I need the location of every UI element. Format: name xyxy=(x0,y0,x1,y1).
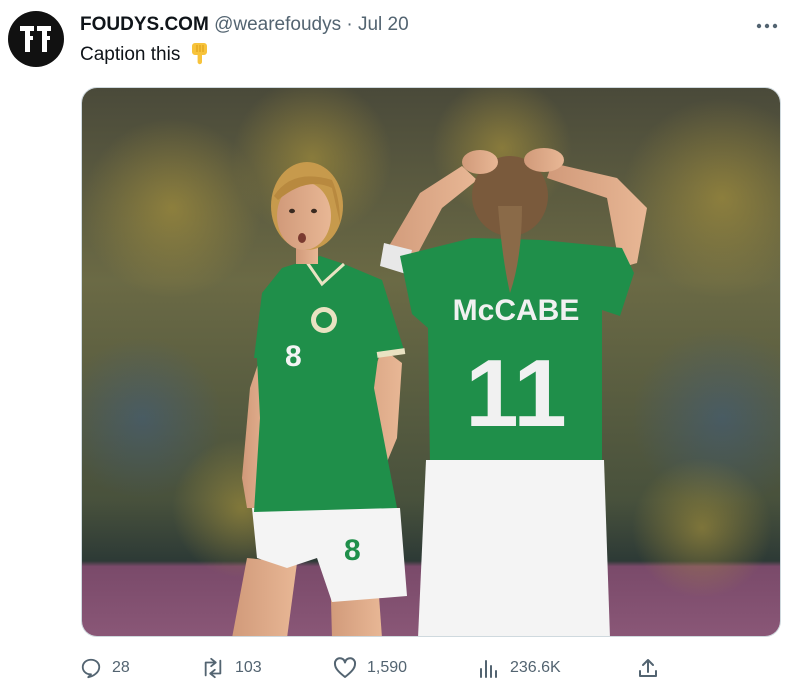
jersey-name-right: McCABE xyxy=(453,294,580,327)
views-button[interactable]: 236.6K xyxy=(478,650,561,686)
share-button[interactable] xyxy=(637,650,659,686)
soccer-photo: 8 8 McCABE 11 xyxy=(82,88,780,636)
tweet-date[interactable]: Jul 20 xyxy=(358,14,409,35)
tweet-actions: 28 103 1,590 236.6K xyxy=(0,650,800,686)
tweet-header: FOUDYS.COM @wearefoudys · Jul 20 xyxy=(80,11,409,39)
jersey-number-right: 11 xyxy=(465,340,566,447)
separator-dot: · xyxy=(346,14,353,35)
like-button[interactable]: 1,590 xyxy=(333,650,407,686)
views-count: 236.6K xyxy=(510,659,561,676)
reply-count: 28 xyxy=(112,659,130,676)
tweet-text-content: Caption this xyxy=(80,44,181,65)
like-icon xyxy=(333,657,357,678)
author-handle[interactable]: @wearefoudys xyxy=(214,14,341,35)
more-options-button[interactable] xyxy=(752,14,782,38)
jersey-number-left: 8 xyxy=(285,340,302,373)
tweet-media-image[interactable]: 8 8 McCABE 11 xyxy=(81,87,781,637)
views-icon xyxy=(480,660,497,678)
more-icon xyxy=(756,23,778,29)
share-icon xyxy=(639,659,657,677)
pointing-down-emoji-icon xyxy=(190,41,212,74)
author-name[interactable]: FOUDYS.COM xyxy=(80,14,209,35)
reply-icon xyxy=(81,658,101,679)
ff-logo xyxy=(20,26,51,52)
reply-button[interactable]: 28 xyxy=(80,650,130,686)
like-count: 1,590 xyxy=(367,659,408,676)
repost-count: 103 xyxy=(235,659,262,676)
tweet-text: Caption this xyxy=(80,41,212,74)
avatar[interactable] xyxy=(8,11,64,67)
repost-icon xyxy=(204,657,222,679)
shorts-number: 8 xyxy=(344,534,361,567)
repost-button[interactable]: 103 xyxy=(201,650,262,686)
